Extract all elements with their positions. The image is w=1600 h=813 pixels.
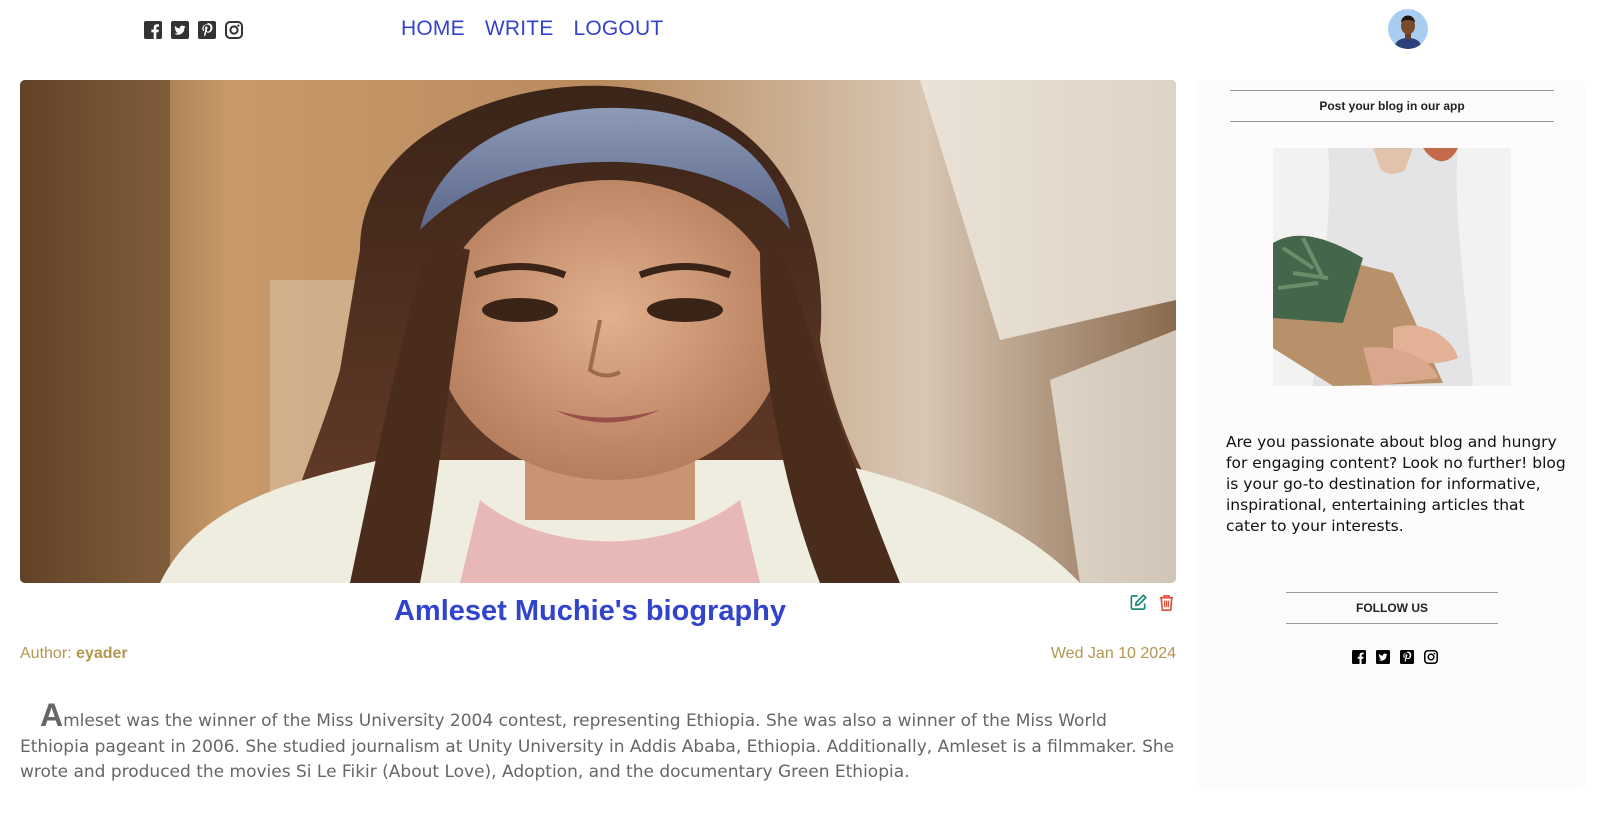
single-post: Amleset Muchie's biography Author: eyade…: [20, 80, 1176, 786]
post-description: Amleset was the winner of the Miss Unive…: [20, 699, 1176, 786]
top-bar: HOME WRITE LOGOUT: [0, 0, 1600, 60]
sidebar-about-text: Are you passionate about blog and hungry…: [1226, 433, 1566, 535]
twitter-square-icon[interactable]: [1376, 650, 1390, 664]
top-social-icons: [144, 21, 243, 39]
nav-logout-link[interactable]: LOGOUT: [573, 17, 663, 41]
sidebar: Post your blog in our app Are you passio…: [1196, 80, 1586, 790]
nav-write-link[interactable]: WRITE: [485, 17, 554, 41]
post-meta: Author: eyader Wed Jan 10 2024: [20, 645, 1176, 667]
sidebar-social-icons: [1352, 650, 1438, 664]
post-date: Wed Jan 10 2024: [1050, 645, 1176, 662]
pinterest-square-icon[interactable]: [1400, 650, 1414, 664]
post-author: Author: eyader: [20, 645, 128, 663]
post-cover-image: [20, 80, 1176, 583]
post-actions: [1129, 593, 1176, 612]
pinterest-square-icon[interactable]: [198, 21, 216, 39]
post-body-text: mleset was the winner of the Miss Univer…: [20, 711, 1175, 782]
sidebar-follow-title: FOLLOW US: [1286, 592, 1498, 624]
instagram-icon[interactable]: [225, 21, 243, 39]
twitter-square-icon[interactable]: [171, 21, 189, 39]
facebook-square-icon[interactable]: [144, 21, 162, 39]
instagram-icon[interactable]: [1424, 650, 1438, 664]
user-avatar[interactable]: [1388, 9, 1428, 49]
post-title: Amleset Muchie's biography: [393, 595, 787, 627]
nav-home-link[interactable]: HOME: [401, 17, 465, 41]
edit-icon[interactable]: [1129, 593, 1148, 612]
post-title-row: Amleset Muchie's biography: [20, 591, 1176, 641]
facebook-square-icon[interactable]: [1352, 650, 1366, 664]
sidebar-about-title: Post your blog in our app: [1230, 90, 1554, 122]
author-label: Author:: [20, 645, 72, 662]
sidebar-image: [1273, 148, 1511, 386]
post-drop-cap: A: [40, 697, 64, 733]
author-name-link[interactable]: eyader: [76, 645, 128, 662]
main-nav: HOME WRITE LOGOUT: [401, 17, 663, 41]
delete-trash-icon[interactable]: [1157, 593, 1176, 612]
